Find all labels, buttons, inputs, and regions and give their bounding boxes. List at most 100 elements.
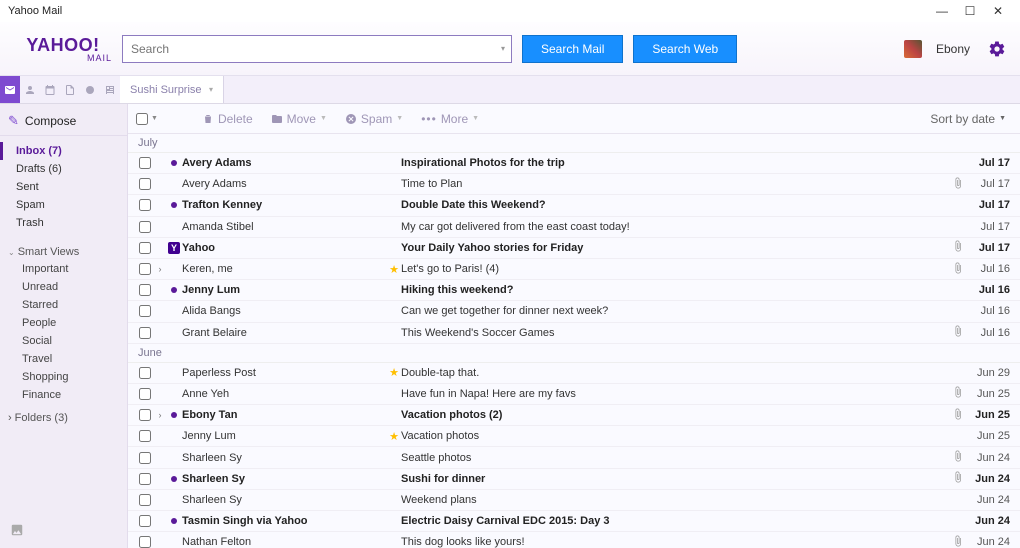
unread-dot-icon [166, 412, 182, 418]
star-icon[interactable]: ★ [387, 263, 401, 276]
smart-view-item[interactable]: Important [0, 260, 127, 278]
chevron-down-icon[interactable]: ▼ [151, 115, 158, 122]
message-row[interactable]: Nathan FeltonThis dog looks like yours!J… [128, 532, 1020, 548]
smart-view-item[interactable]: Unread [0, 278, 127, 296]
username[interactable]: Ebony [936, 42, 970, 56]
message-row[interactable]: Sharleen SySushi for dinnerJun 24 [128, 469, 1020, 490]
subject: This Weekend's Soccer Games [401, 327, 948, 339]
message-row[interactable]: Avery AdamsTime to PlanJul 17 [128, 174, 1020, 195]
tab-icon-news[interactable] [100, 76, 120, 103]
tab-icon-mail[interactable] [0, 76, 20, 103]
search-mail-button[interactable]: Search Mail [522, 35, 623, 63]
search-dropdown-icon[interactable]: ▾ [501, 44, 505, 53]
message-row[interactable]: ›Keren, me★Let's go to Paris! (4)Jul 16 [128, 259, 1020, 280]
row-checkbox[interactable] [139, 430, 151, 442]
row-checkbox[interactable] [139, 284, 151, 296]
row-checkbox[interactable] [139, 367, 151, 379]
subject: This dog looks like yours! [401, 536, 948, 548]
row-checkbox[interactable] [139, 536, 151, 548]
spam-button[interactable]: Spam ▼ [337, 112, 411, 126]
folder-item[interactable]: Inbox (7) [0, 142, 127, 160]
smart-view-item[interactable]: Social [0, 332, 127, 350]
smart-view-item[interactable]: Travel [0, 350, 127, 368]
folder-item[interactable]: Trash [0, 214, 127, 232]
thread-expand-icon[interactable]: › [154, 264, 166, 274]
tab-icon-messenger[interactable] [80, 76, 100, 103]
message-row[interactable]: Grant BelaireThis Weekend's Soccer Games… [128, 323, 1020, 344]
row-checkbox[interactable] [139, 515, 151, 527]
message-row[interactable]: Alida BangsCan we get together for dinne… [128, 301, 1020, 322]
message-row[interactable]: Avery AdamsInspirational Photos for the … [128, 153, 1020, 174]
message-row[interactable]: Sharleen SyWeekend plansJun 24 [128, 490, 1020, 511]
sender: Trafton Kenney [182, 199, 387, 211]
unread-dot-icon [166, 287, 182, 293]
chevron-down-icon: ▾ [209, 85, 213, 94]
folder-item[interactable]: Spam [0, 196, 127, 214]
folder-item[interactable]: Sent [0, 178, 127, 196]
row-checkbox[interactable] [139, 157, 151, 169]
subject: Sushi for dinner [401, 473, 948, 485]
smart-view-item[interactable]: Starred [0, 296, 127, 314]
search-input-wrap[interactable]: ▾ [122, 35, 512, 63]
row-checkbox[interactable] [139, 388, 151, 400]
message-row[interactable]: Sharleen SySeattle photosJun 24 [128, 447, 1020, 468]
row-checkbox[interactable] [139, 242, 151, 254]
search-web-button[interactable]: Search Web [633, 35, 737, 63]
row-checkbox[interactable] [139, 305, 151, 317]
row-checkbox[interactable] [139, 409, 151, 421]
smart-views-header[interactable]: ⌄ Smart Views [0, 238, 127, 260]
maximize-button[interactable]: ☐ [956, 0, 984, 22]
attachment-icon [948, 386, 968, 401]
message-row[interactable]: Paperless Post★Double-tap that.Jun 29 [128, 363, 1020, 384]
compose-button[interactable]: ✎ Compose [0, 108, 127, 136]
tab-icon-notepad[interactable] [60, 76, 80, 103]
star-icon[interactable]: ★ [387, 430, 401, 443]
move-button[interactable]: Move ▼ [263, 112, 335, 126]
smart-view-item[interactable]: People [0, 314, 127, 332]
tab-icon-contacts[interactable] [20, 76, 40, 103]
folders-section-header[interactable]: › Folders (3) [0, 404, 127, 426]
select-all-checkbox[interactable]: ▼ [136, 112, 158, 125]
close-window-button[interactable]: ✕ [984, 0, 1012, 22]
delete-button[interactable]: Delete [194, 112, 261, 126]
row-checkbox[interactable] [139, 263, 151, 275]
row-checkbox[interactable] [139, 221, 151, 233]
sort-button[interactable]: Sort by date ▼ [930, 112, 1012, 126]
subject: My car got delivered from the east coast… [401, 221, 948, 233]
message-row[interactable]: Anne YehHave fun in Napa! Here are my fa… [128, 384, 1020, 405]
row-checkbox[interactable] [139, 494, 151, 506]
more-button[interactable]: ••• More ▼ [413, 112, 487, 126]
date: Jun 25 [968, 409, 1012, 421]
sender: Yahoo [182, 242, 387, 254]
chevron-right-icon: › [8, 412, 12, 424]
gear-icon[interactable] [988, 40, 1006, 58]
tab-icon-calendar[interactable] [40, 76, 60, 103]
message-row[interactable]: Tasmin Singh via YahooElectric Daisy Car… [128, 511, 1020, 532]
minimize-button[interactable]: — [928, 0, 956, 22]
message-row[interactable]: Amanda StibelMy car got delivered from t… [128, 217, 1020, 238]
row-checkbox[interactable] [139, 178, 151, 190]
message-row[interactable]: Trafton KenneyDouble Date this Weekend?J… [128, 195, 1020, 216]
sender: Keren, me [182, 263, 387, 275]
message-row[interactable]: ›Ebony TanVacation photos (2)Jun 25 [128, 405, 1020, 426]
thread-expand-icon[interactable]: › [154, 410, 166, 420]
message-row[interactable]: YYahooYour Daily Yahoo stories for Frida… [128, 238, 1020, 259]
row-checkbox[interactable] [139, 473, 151, 485]
avatar[interactable] [904, 40, 922, 58]
smart-view-item[interactable]: Shopping [0, 368, 127, 386]
smart-view-item[interactable]: Finance [0, 386, 127, 404]
select-all-box[interactable] [136, 113, 148, 125]
search-input[interactable] [131, 42, 503, 56]
chevron-down-icon: ⌄ [8, 248, 15, 257]
date-group-header: July [128, 134, 1020, 153]
row-checkbox[interactable] [139, 452, 151, 464]
message-row[interactable]: Jenny LumHiking this weekend?Jul 16 [128, 280, 1020, 301]
app-tab[interactable]: Sushi Surprise ▾ [120, 76, 224, 103]
folder-item[interactable]: Drafts (6) [0, 160, 127, 178]
message-row[interactable]: Jenny Lum★Vacation photosJun 25 [128, 426, 1020, 447]
star-icon[interactable]: ★ [387, 366, 401, 379]
row-checkbox[interactable] [139, 199, 151, 211]
tab-strip: Sushi Surprise ▾ [0, 76, 1020, 104]
sidebar-photo-icon[interactable] [0, 515, 127, 548]
row-checkbox[interactable] [139, 327, 151, 339]
